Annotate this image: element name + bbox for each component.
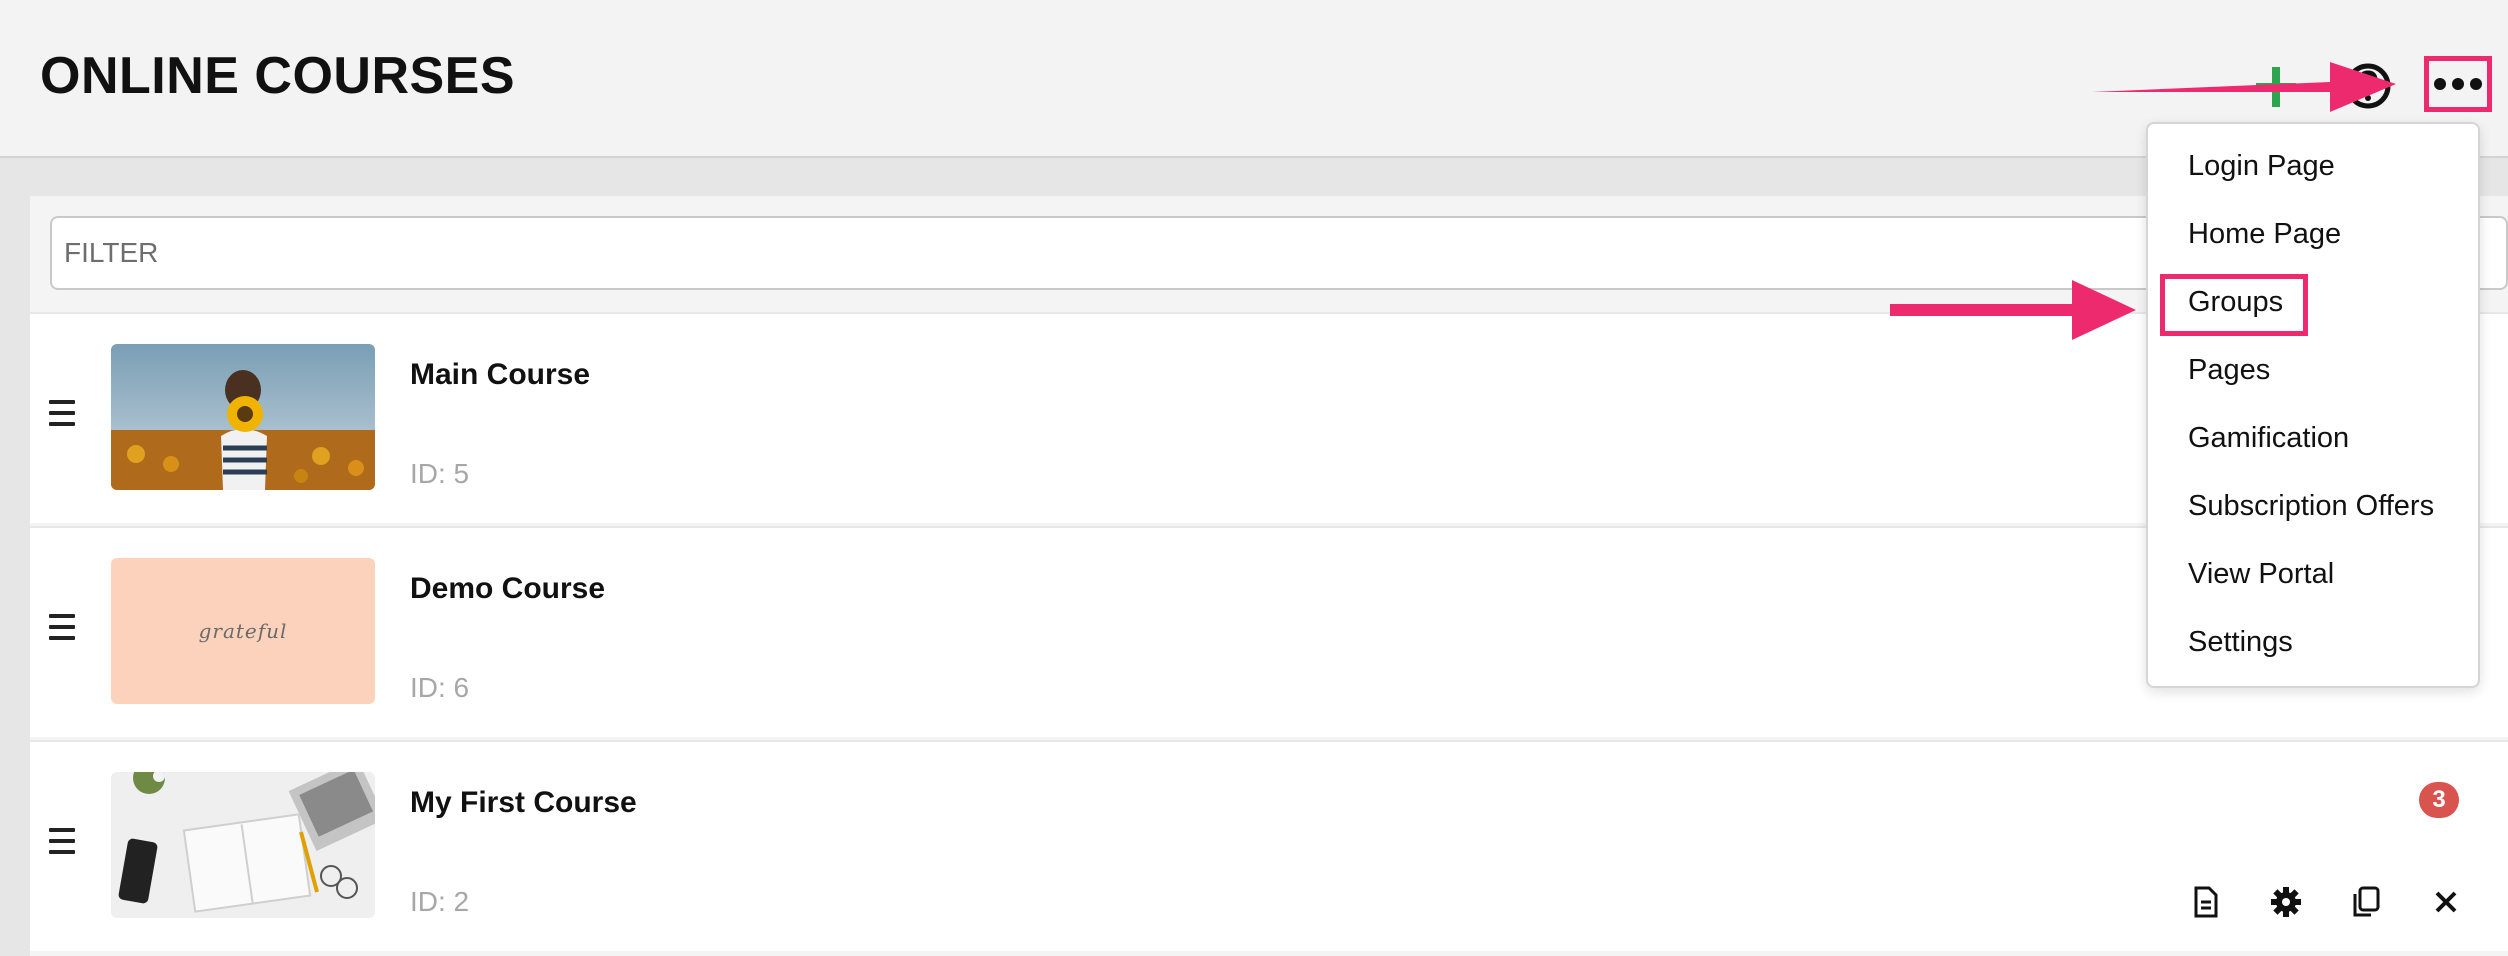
menu-item-gamification[interactable]: Gamification — [2188, 422, 2349, 455]
thumbnail-caption: grateful — [198, 619, 288, 643]
copy-icon[interactable] — [2346, 882, 2386, 922]
gear-icon[interactable] — [2266, 882, 2306, 922]
groups-highlight-box — [2160, 274, 2308, 336]
filter-input[interactable] — [50, 216, 2508, 290]
course-thumbnail[interactable] — [111, 772, 375, 918]
course-thumbnail[interactable]: grateful — [111, 558, 375, 704]
menu-item-view-portal[interactable]: View Portal — [2188, 558, 2334, 591]
filter-bar — [50, 216, 2508, 290]
course-thumbnail[interactable] — [111, 344, 375, 490]
course-row[interactable]: My First Course ID: 2 3 — [30, 740, 2508, 951]
help-icon[interactable] — [2340, 58, 2396, 114]
drag-handle-icon[interactable] — [49, 400, 75, 426]
course-title[interactable]: Demo Course — [410, 572, 605, 606]
more-icon[interactable] — [2424, 56, 2492, 112]
course-row[interactable]: grateful Demo Course ID: 6 — [30, 526, 2508, 737]
course-title[interactable]: Main Course — [410, 358, 590, 392]
menu-item-pages[interactable]: Pages — [2188, 354, 2270, 387]
course-id: ID: 6 — [410, 672, 470, 703]
notification-badge: 3 — [2419, 782, 2459, 818]
drag-handle-icon[interactable] — [49, 614, 75, 640]
menu-item-home-page[interactable]: Home Page — [2188, 218, 2341, 251]
menu-item-subscription-offers[interactable]: Subscription Offers — [2188, 490, 2434, 523]
options-dropdown-menu: Login Page Home Page Groups Pages Gamifi… — [2146, 122, 2480, 688]
course-row[interactable]: Main Course ID: 5 — [30, 312, 2508, 523]
course-title[interactable]: My First Course — [410, 786, 637, 820]
menu-item-login-page[interactable]: Login Page — [2188, 150, 2335, 183]
plus-icon[interactable] — [2247, 58, 2305, 116]
drag-handle-icon[interactable] — [49, 828, 75, 854]
course-id: ID: 2 — [410, 886, 470, 917]
course-id: ID: 5 — [410, 458, 470, 489]
page-title: ONLINE COURSES — [40, 47, 516, 105]
menu-item-settings[interactable]: Settings — [2188, 626, 2293, 659]
close-icon[interactable] — [2426, 882, 2466, 922]
page-header: ONLINE COURSES — [0, 0, 2508, 158]
document-icon[interactable] — [2186, 882, 2226, 922]
course-list-panel: Main Course ID: 5 grateful Demo Course I… — [30, 196, 2508, 956]
